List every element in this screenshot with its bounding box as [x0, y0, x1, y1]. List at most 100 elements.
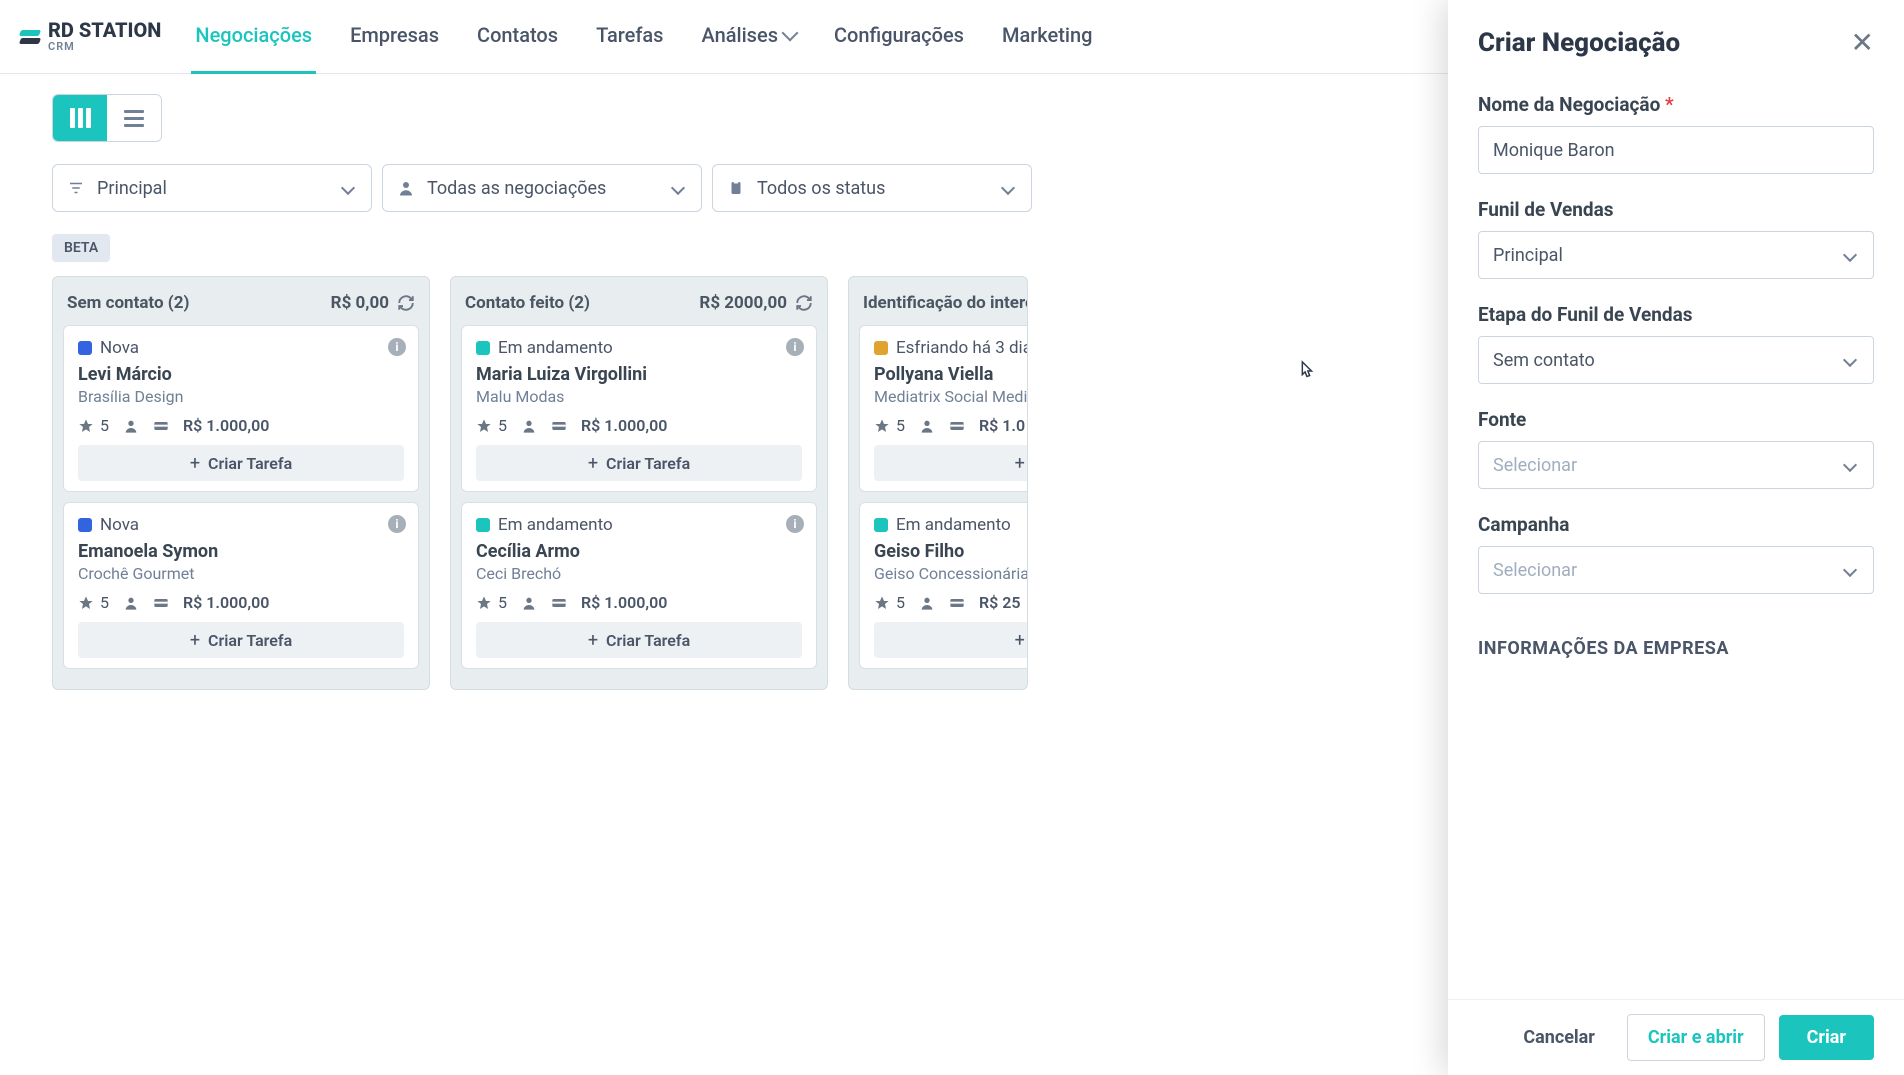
plus-icon: +	[1015, 630, 1025, 651]
deals-filter[interactable]: Todas as negociações	[382, 164, 702, 212]
card-company: Brasília Design	[78, 387, 404, 406]
card-value: R$ 25	[979, 593, 1021, 612]
kanban-icon	[70, 108, 91, 128]
card-value: R$ 1.000,00	[183, 416, 269, 435]
required-asterisk: *	[1665, 93, 1674, 116]
column-title: Identificação do intere	[863, 293, 1028, 313]
stage-select[interactable]: Sem contato	[1478, 336, 1874, 384]
campaign-select[interactable]: Selecionar	[1478, 546, 1874, 594]
deal-card[interactable]: Em andamento Geiso Filho Geiso Concessio…	[859, 502, 1028, 669]
funnel-select[interactable]: Principal	[1478, 231, 1874, 279]
deal-card[interactable]: Esfriando há 3 dias Pollyana Viella Medi…	[859, 325, 1028, 492]
logo-text: RD STATION	[48, 20, 161, 40]
deal-card[interactable]: Em andamento i Maria Luiza Virgollini Ma…	[461, 325, 817, 492]
logo[interactable]: RD STATION CRM	[20, 20, 161, 53]
card-name: Levi Márcio	[78, 364, 404, 385]
create-task-button[interactable]: + Criar Tarefa	[476, 622, 802, 658]
nav-tarefas[interactable]: Tarefas	[592, 0, 667, 74]
status-dot-icon	[476, 518, 490, 532]
info-icon[interactable]: i	[388, 515, 406, 533]
card-pay-icon	[153, 418, 169, 434]
card-stars: 5	[896, 593, 905, 612]
nav-configuracoes[interactable]: Configurações	[830, 0, 968, 74]
caret-down-icon	[1843, 563, 1857, 577]
caret-down-icon	[671, 181, 685, 195]
create-task-label: Criar Tarefa	[606, 631, 690, 650]
card-company: Geiso Concessionária	[874, 564, 1028, 583]
status-dot-icon	[78, 341, 92, 355]
caret-down-icon	[1843, 248, 1857, 262]
info-icon[interactable]: i	[786, 338, 804, 356]
card-company: Crochê Gourmet	[78, 564, 404, 583]
source-select[interactable]: Selecionar	[1478, 441, 1874, 489]
status-dot-icon	[874, 518, 888, 532]
card-name: Cecília Armo	[476, 541, 802, 562]
clipboard-icon	[727, 179, 745, 197]
star-icon	[78, 418, 94, 434]
kanban-column: Contato feito (2) R$ 2000,00 Em andament…	[450, 276, 828, 690]
nav-negociacoes[interactable]: Negociações	[191, 0, 316, 74]
company-section-heading: INFORMAÇÕES DA EMPRESA	[1478, 638, 1874, 659]
caret-down-icon	[1843, 458, 1857, 472]
card-stars: 5	[100, 593, 109, 612]
card-company: Mediatrix Social Media	[874, 387, 1028, 406]
card-status: Esfriando há 3 dias	[896, 338, 1028, 358]
nav-analises[interactable]: Análises	[697, 0, 800, 74]
nav-empresas[interactable]: Empresas	[346, 0, 443, 74]
drawer-body: Nome da Negociação * Funil de Vendas Pri…	[1448, 85, 1904, 999]
star-icon	[476, 595, 492, 611]
deal-card[interactable]: Em andamento i Cecília Armo Ceci Brechó …	[461, 502, 817, 669]
nav-contatos[interactable]: Contatos	[473, 0, 562, 74]
deal-name-label: Nome da Negociação *	[1478, 93, 1874, 116]
drawer-title: Criar Negociação	[1478, 28, 1680, 58]
deal-card[interactable]: Nova i Emanoela Symon Crochê Gourmet 5 R…	[63, 502, 419, 669]
card-pay-icon	[949, 418, 965, 434]
kanban-view-button[interactable]	[53, 95, 107, 141]
create-task-button[interactable]: +Criar Tarefa	[476, 445, 802, 481]
card-value: R$ 1.0	[979, 416, 1025, 435]
create-task-button[interactable]: +Criar Tarefa	[78, 445, 404, 481]
card-value: R$ 1.000,00	[183, 593, 269, 612]
status-dot-icon	[78, 518, 92, 532]
deal-card[interactable]: Nova i Levi Márcio Brasília Design 5 R$ …	[63, 325, 419, 492]
funnel-filter[interactable]: Principal	[52, 164, 372, 212]
star-icon	[874, 418, 890, 434]
card-stars: 5	[100, 416, 109, 435]
create-button[interactable]: Criar	[1779, 1015, 1874, 1060]
create-task-button[interactable]: +Criar Tarefa	[78, 622, 404, 658]
close-icon[interactable]: ✕	[1851, 26, 1874, 59]
column-header: Contato feito (2) R$ 2000,00	[461, 287, 817, 325]
person-icon	[521, 595, 537, 611]
nav-marketing[interactable]: Marketing	[998, 0, 1097, 74]
funnel-label: Funil de Vendas	[1478, 198, 1874, 221]
status-filter[interactable]: Todos os status	[712, 164, 1032, 212]
star-icon	[78, 595, 94, 611]
caret-down-icon	[341, 181, 355, 195]
create-task-button[interactable]: +C	[874, 445, 1028, 481]
cancel-button[interactable]: Cancelar	[1505, 1015, 1613, 1060]
deal-name-input[interactable]	[1493, 140, 1859, 161]
info-icon[interactable]: i	[786, 515, 804, 533]
funnel-select-value: Principal	[1493, 245, 1563, 266]
refresh-icon[interactable]	[795, 294, 813, 312]
create-and-open-button[interactable]: Criar e abrir	[1627, 1014, 1765, 1061]
logo-mark-icon	[20, 30, 40, 44]
deals-filter-value: Todas as negociações	[427, 178, 661, 199]
info-icon[interactable]: i	[388, 338, 406, 356]
create-task-label: Criar Tarefa	[208, 454, 292, 473]
view-toggle	[52, 94, 162, 142]
card-status: Nova	[100, 515, 139, 535]
column-title: Sem contato (2)	[67, 293, 189, 313]
create-task-button[interactable]: +C	[874, 622, 1028, 658]
refresh-icon[interactable]	[397, 294, 415, 312]
plus-icon: +	[588, 630, 598, 651]
caret-down-icon	[1001, 181, 1015, 195]
source-label: Fonte	[1478, 408, 1874, 431]
campaign-label: Campanha	[1478, 513, 1874, 536]
drawer-header: Criar Negociação ✕	[1448, 0, 1904, 85]
list-view-button[interactable]	[107, 95, 161, 141]
create-task-label: Criar Tarefa	[606, 454, 690, 473]
card-status: Nova	[100, 338, 139, 358]
person-icon	[123, 418, 139, 434]
card-status: Em andamento	[498, 515, 613, 535]
